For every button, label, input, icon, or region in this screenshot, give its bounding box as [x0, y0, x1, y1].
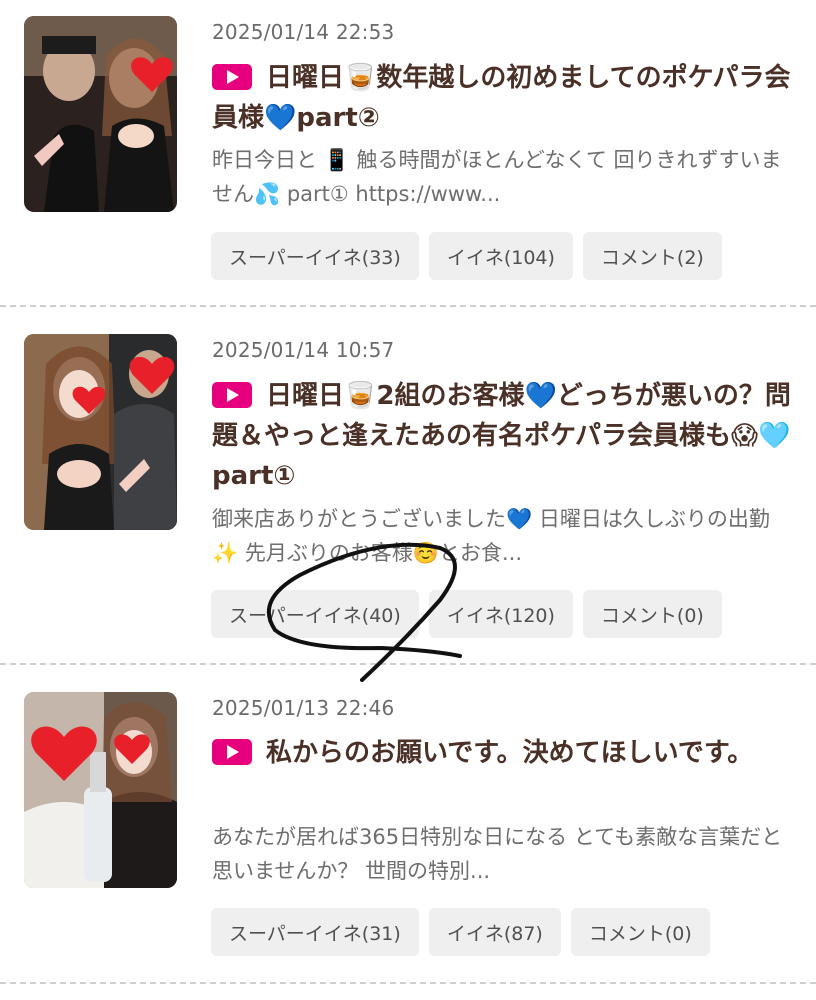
- like-button[interactable]: イイネ(87): [428, 908, 561, 956]
- like-button[interactable]: イイネ(120): [428, 590, 573, 638]
- post-title[interactable]: 日曜日🥃数年越しの初めましてのポケパラ会員様💙part②: [212, 58, 792, 138]
- post-title-text: 日曜日🥃2組のお客様💙どっちが悪いの？問題＆やっと逢えたあの有名ポケパラ会員様も…: [212, 381, 791, 491]
- reaction-bar: スーパーイイネ(33) イイネ(104) コメント(2): [211, 232, 722, 280]
- super-like-button[interactable]: スーパーイイネ(33): [211, 232, 419, 280]
- post-thumbnail[interactable]: [24, 334, 177, 530]
- post-title[interactable]: 日曜日🥃2組のお客様💙どっちが悪いの？問題＆やっと逢えたあの有名ポケパラ会員様も…: [212, 376, 792, 496]
- post-title-text: 私からのお願いです。決めてほしいです。: [266, 738, 754, 768]
- post-date: 2025/01/14 10:57: [212, 338, 395, 362]
- reaction-bar: スーパーイイネ(40) イイネ(120) コメント(0): [211, 590, 722, 638]
- post-excerpt: 御来店ありがとうございました💙 日曜日は久しぶりの出勤✨ 先月ぶりのお客様☺️と…: [212, 507, 770, 565]
- divider: [0, 305, 816, 307]
- reaction-bar: スーパーイイネ(31) イイネ(87) コメント(0): [211, 908, 710, 956]
- like-button[interactable]: イイネ(104): [428, 232, 573, 280]
- post-title[interactable]: 私からのお願いです。決めてほしいです。: [212, 733, 792, 773]
- post-excerpt: あなたが居れば365日特別な日になる とても素敵な言葉だと思いませんか？ 世間の…: [212, 825, 783, 883]
- photo-thumbnail-icon: [24, 334, 177, 530]
- photo-thumbnail-icon: [24, 692, 177, 888]
- super-like-button[interactable]: スーパーイイネ(40): [211, 590, 419, 638]
- post-thumbnail[interactable]: [24, 692, 177, 888]
- photo-thumbnail-icon: [24, 16, 177, 212]
- post-thumbnail[interactable]: [24, 16, 177, 212]
- comment-button[interactable]: コメント(0): [582, 590, 722, 638]
- divider: [0, 663, 816, 665]
- post-excerpt: 昨日今日と 📱 触る時間がほとんどなくて 回りきれずすいません💦 part① h…: [212, 148, 782, 206]
- comment-button[interactable]: コメント(2): [582, 232, 722, 280]
- post-date: 2025/01/13 22:46: [212, 696, 395, 720]
- play-icon: [212, 382, 252, 408]
- super-like-button[interactable]: スーパーイイネ(31): [211, 908, 419, 956]
- play-icon: [212, 739, 252, 765]
- play-icon: [212, 64, 252, 90]
- post-date: 2025/01/14 22:53: [212, 20, 395, 44]
- comment-button[interactable]: コメント(0): [570, 908, 710, 956]
- divider: [0, 982, 816, 984]
- post-title-text: 日曜日🥃数年越しの初めましてのポケパラ会員様💙part②: [212, 63, 791, 133]
